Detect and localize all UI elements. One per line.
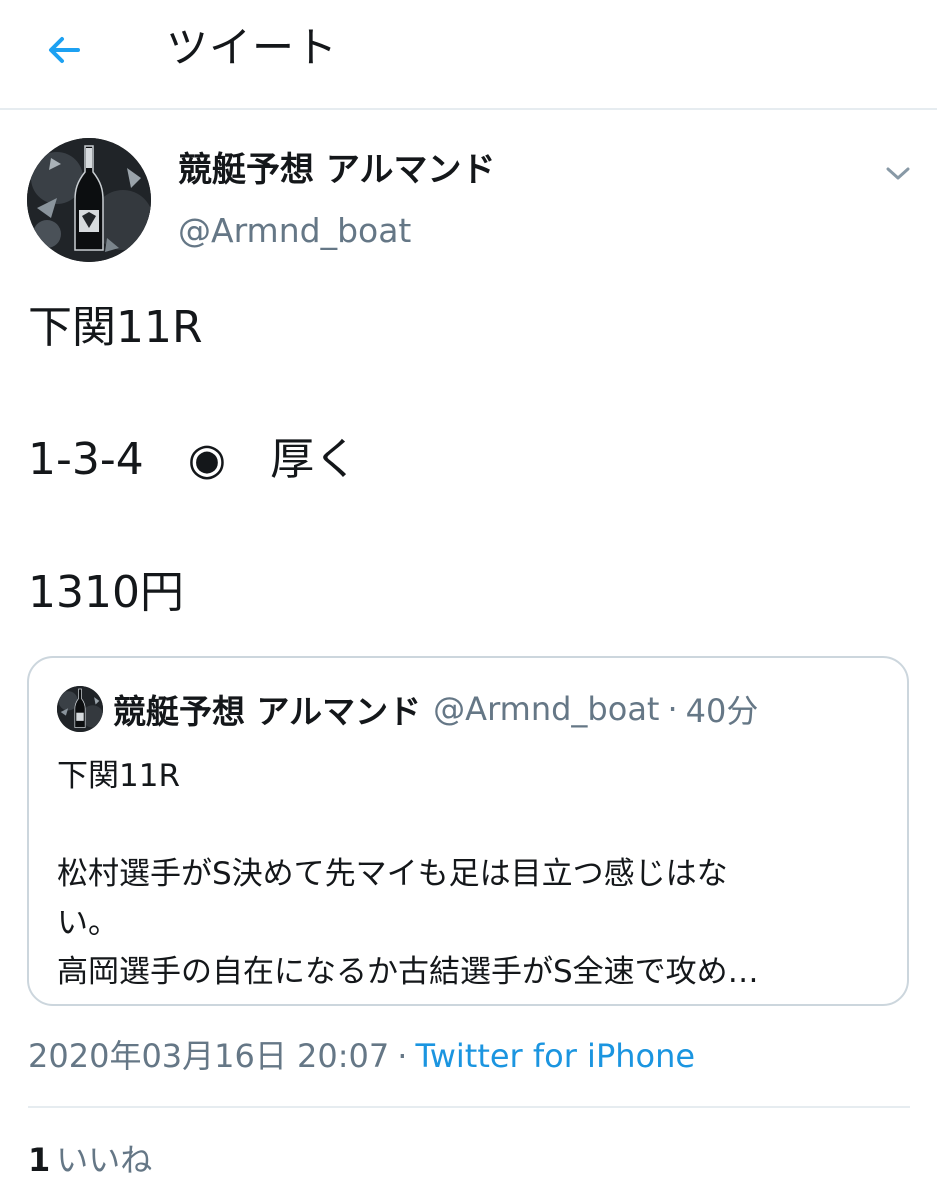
likes-label: いいね xyxy=(56,1141,153,1179)
top-bar: ツイート xyxy=(0,0,937,110)
likes-stat[interactable]: 1 いいね xyxy=(28,1136,152,1184)
champagne-bottle-avatar-image xyxy=(57,686,103,732)
quoted-author-handle: @Armnd_boat xyxy=(433,690,660,728)
tweet-menu-button[interactable] xyxy=(880,156,916,192)
likes-count: 1 xyxy=(28,1141,51,1179)
avatar[interactable] xyxy=(27,138,151,262)
chevron-down-icon xyxy=(886,167,910,180)
quoted-avatar xyxy=(57,686,103,732)
tweet-timestamp: 2020年03月16日 20:07 xyxy=(28,1037,390,1075)
author-handle[interactable]: @Armnd_boat xyxy=(178,209,411,253)
page-title: ツイート xyxy=(166,23,339,72)
tweet-text-line: 1-3-4 ◉ 厚く xyxy=(28,434,359,485)
quoted-time: 40分 xyxy=(685,692,759,730)
separator-dot: · xyxy=(667,690,678,728)
quoted-tweet-text: 下関11R 松村選手がS決めて先マイも足は目立つ感じはな い。 高岡選手の自在に… xyxy=(57,758,759,990)
author-name[interactable]: 競艇予想 アルマンド xyxy=(178,148,496,192)
quoted-tweet-card[interactable]: 競艇予想 アルマンド @Armnd_boat · 40分 下関11R 松村選手がS決め… xyxy=(27,656,909,1006)
back-button[interactable] xyxy=(40,26,88,74)
tweet-meta: 2020年03月16日 20:07 · Twitter for iPhone xyxy=(28,1032,695,1080)
divider xyxy=(28,1106,910,1108)
tweet-text-line: 1310円 xyxy=(28,567,184,618)
quoted-header: 競艇予想 アルマンド @Armnd_boat · 40分 xyxy=(113,686,758,732)
arrow-left-icon xyxy=(49,37,80,63)
champagne-bottle-avatar-image xyxy=(27,138,151,262)
tweet-source-link[interactable]: Twitter for iPhone xyxy=(415,1037,695,1075)
quoted-author-name: 競艇予想 アルマンド xyxy=(113,692,422,731)
separator-dot: · xyxy=(397,1037,408,1075)
tweet-text-line: 下関11R xyxy=(28,302,203,353)
